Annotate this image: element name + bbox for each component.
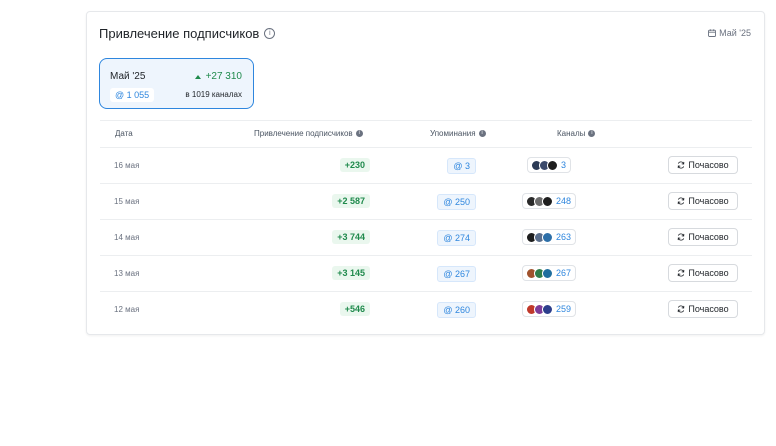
channel-avatar (541, 303, 553, 315)
daily-growth-table: Дата Привлечение подписчиков i Упоминани… (100, 120, 752, 327)
row-growth-badge: +546 (339, 302, 370, 316)
channel-avatar (541, 231, 553, 243)
hourly-button[interactable]: Почасово (668, 300, 738, 318)
row-growth-badge: +2 587 (332, 194, 370, 208)
row-mentions-badge[interactable]: @ 260 (437, 302, 476, 318)
channel-avatars (525, 231, 553, 243)
row-growth-badge: +230 (339, 158, 370, 172)
summary-growth-value: +27 310 (205, 71, 242, 82)
calendar-icon (708, 29, 717, 37)
channel-avatars (525, 267, 553, 279)
table-row: 14 мая +3 744 @ 274 263 Почасово (100, 220, 752, 256)
period-label: Май '25 (719, 28, 751, 38)
header-mentions-label: Упоминания (430, 129, 476, 138)
summary-month: Май '25 (110, 71, 146, 82)
period-selector[interactable]: Май '25 (708, 28, 751, 38)
channel-avatar (541, 195, 553, 207)
channel-avatars (525, 195, 553, 207)
table-header: Дата Привлечение подписчиков i Упоминани… (100, 120, 752, 148)
table-row: 16 мая +230 @ 3 3 Почасово (100, 148, 752, 184)
hourly-button-label: Почасово (688, 268, 729, 278)
header-channels-label: Каналы (557, 129, 586, 138)
channel-avatars (530, 159, 558, 171)
channel-avatar (546, 159, 558, 171)
row-date: 13 мая (114, 269, 140, 278)
widget-title-text: Привлечение подписчиков (99, 26, 260, 41)
header-growth: Привлечение подписчиков i (254, 129, 363, 138)
header-mentions: Упоминания i (430, 129, 486, 138)
info-icon[interactable]: i (264, 28, 276, 39)
channel-avatar (541, 267, 553, 279)
summary-mentions-badge: @ 1 055 (110, 88, 155, 102)
row-channels-badge[interactable]: 259 (521, 301, 577, 317)
header-date: Дата (115, 129, 133, 138)
row-channels-count: 259 (555, 304, 572, 314)
header-growth-label: Привлечение подписчиков (254, 129, 353, 138)
row-channels-badge[interactable]: 267 (521, 265, 577, 281)
hourly-button[interactable]: Почасово (668, 156, 738, 174)
row-mentions-badge[interactable]: @ 3 (447, 158, 476, 174)
hourly-button-label: Почасово (688, 232, 729, 242)
row-growth-badge: +3 145 (332, 266, 370, 280)
table-row: 15 мая +2 587 @ 250 248 Почасово (100, 184, 752, 220)
row-mentions-badge[interactable]: @ 267 (437, 266, 476, 282)
header-channels: Каналы i (557, 129, 596, 138)
row-date: 14 мая (114, 233, 140, 242)
month-summary-card[interactable]: Май '25 +27 310 @ 1 055 в 1019 каналах (99, 58, 254, 109)
row-date: 15 мая (114, 197, 140, 206)
widget-title: Привлечение подписчиков i (99, 26, 276, 41)
hourly-button-label: Почасово (688, 304, 729, 314)
refresh-icon (678, 161, 685, 169)
hourly-button[interactable]: Почасово (668, 192, 738, 210)
hourly-button-label: Почасово (688, 160, 729, 170)
row-growth-badge: +3 744 (332, 230, 370, 244)
hourly-button[interactable]: Почасово (668, 228, 738, 246)
row-mentions-badge[interactable]: @ 274 (437, 230, 476, 246)
row-channels-count: 3 (560, 160, 567, 170)
row-channels-badge[interactable]: 263 (521, 229, 577, 245)
trend-up-icon (194, 74, 201, 79)
row-channels-count: 267 (555, 268, 572, 278)
refresh-icon (678, 233, 685, 241)
channel-avatars (525, 303, 553, 315)
row-date: 16 мая (114, 161, 140, 170)
info-icon[interactable]: i (478, 130, 486, 137)
summary-channels: в 1019 каналах (185, 90, 242, 99)
row-channels-count: 248 (555, 196, 572, 206)
refresh-icon (678, 269, 685, 277)
hourly-button[interactable]: Почасово (668, 264, 738, 282)
row-mentions-badge[interactable]: @ 250 (437, 194, 476, 210)
row-channels-count: 263 (555, 232, 572, 242)
refresh-icon (678, 305, 685, 313)
info-icon[interactable]: i (588, 130, 596, 137)
row-channels-badge[interactable]: 248 (521, 193, 577, 209)
hourly-button-label: Почасово (688, 196, 729, 206)
info-icon[interactable]: i (355, 130, 363, 137)
row-channels-badge[interactable]: 3 (526, 157, 572, 173)
table-row: 13 мая +3 145 @ 267 267 Почасово (100, 256, 752, 292)
summary-growth: +27 310 (194, 71, 242, 82)
subscriber-growth-widget: Привлечение подписчиков i Май '25 Май '2… (86, 11, 765, 335)
table-row: 12 мая +546 @ 260 259 Почасово (100, 292, 752, 327)
row-date: 12 мая (114, 305, 140, 314)
refresh-icon (678, 197, 685, 205)
table-body: 16 мая +230 @ 3 3 Почасово 15 мая +2 587… (100, 148, 752, 327)
